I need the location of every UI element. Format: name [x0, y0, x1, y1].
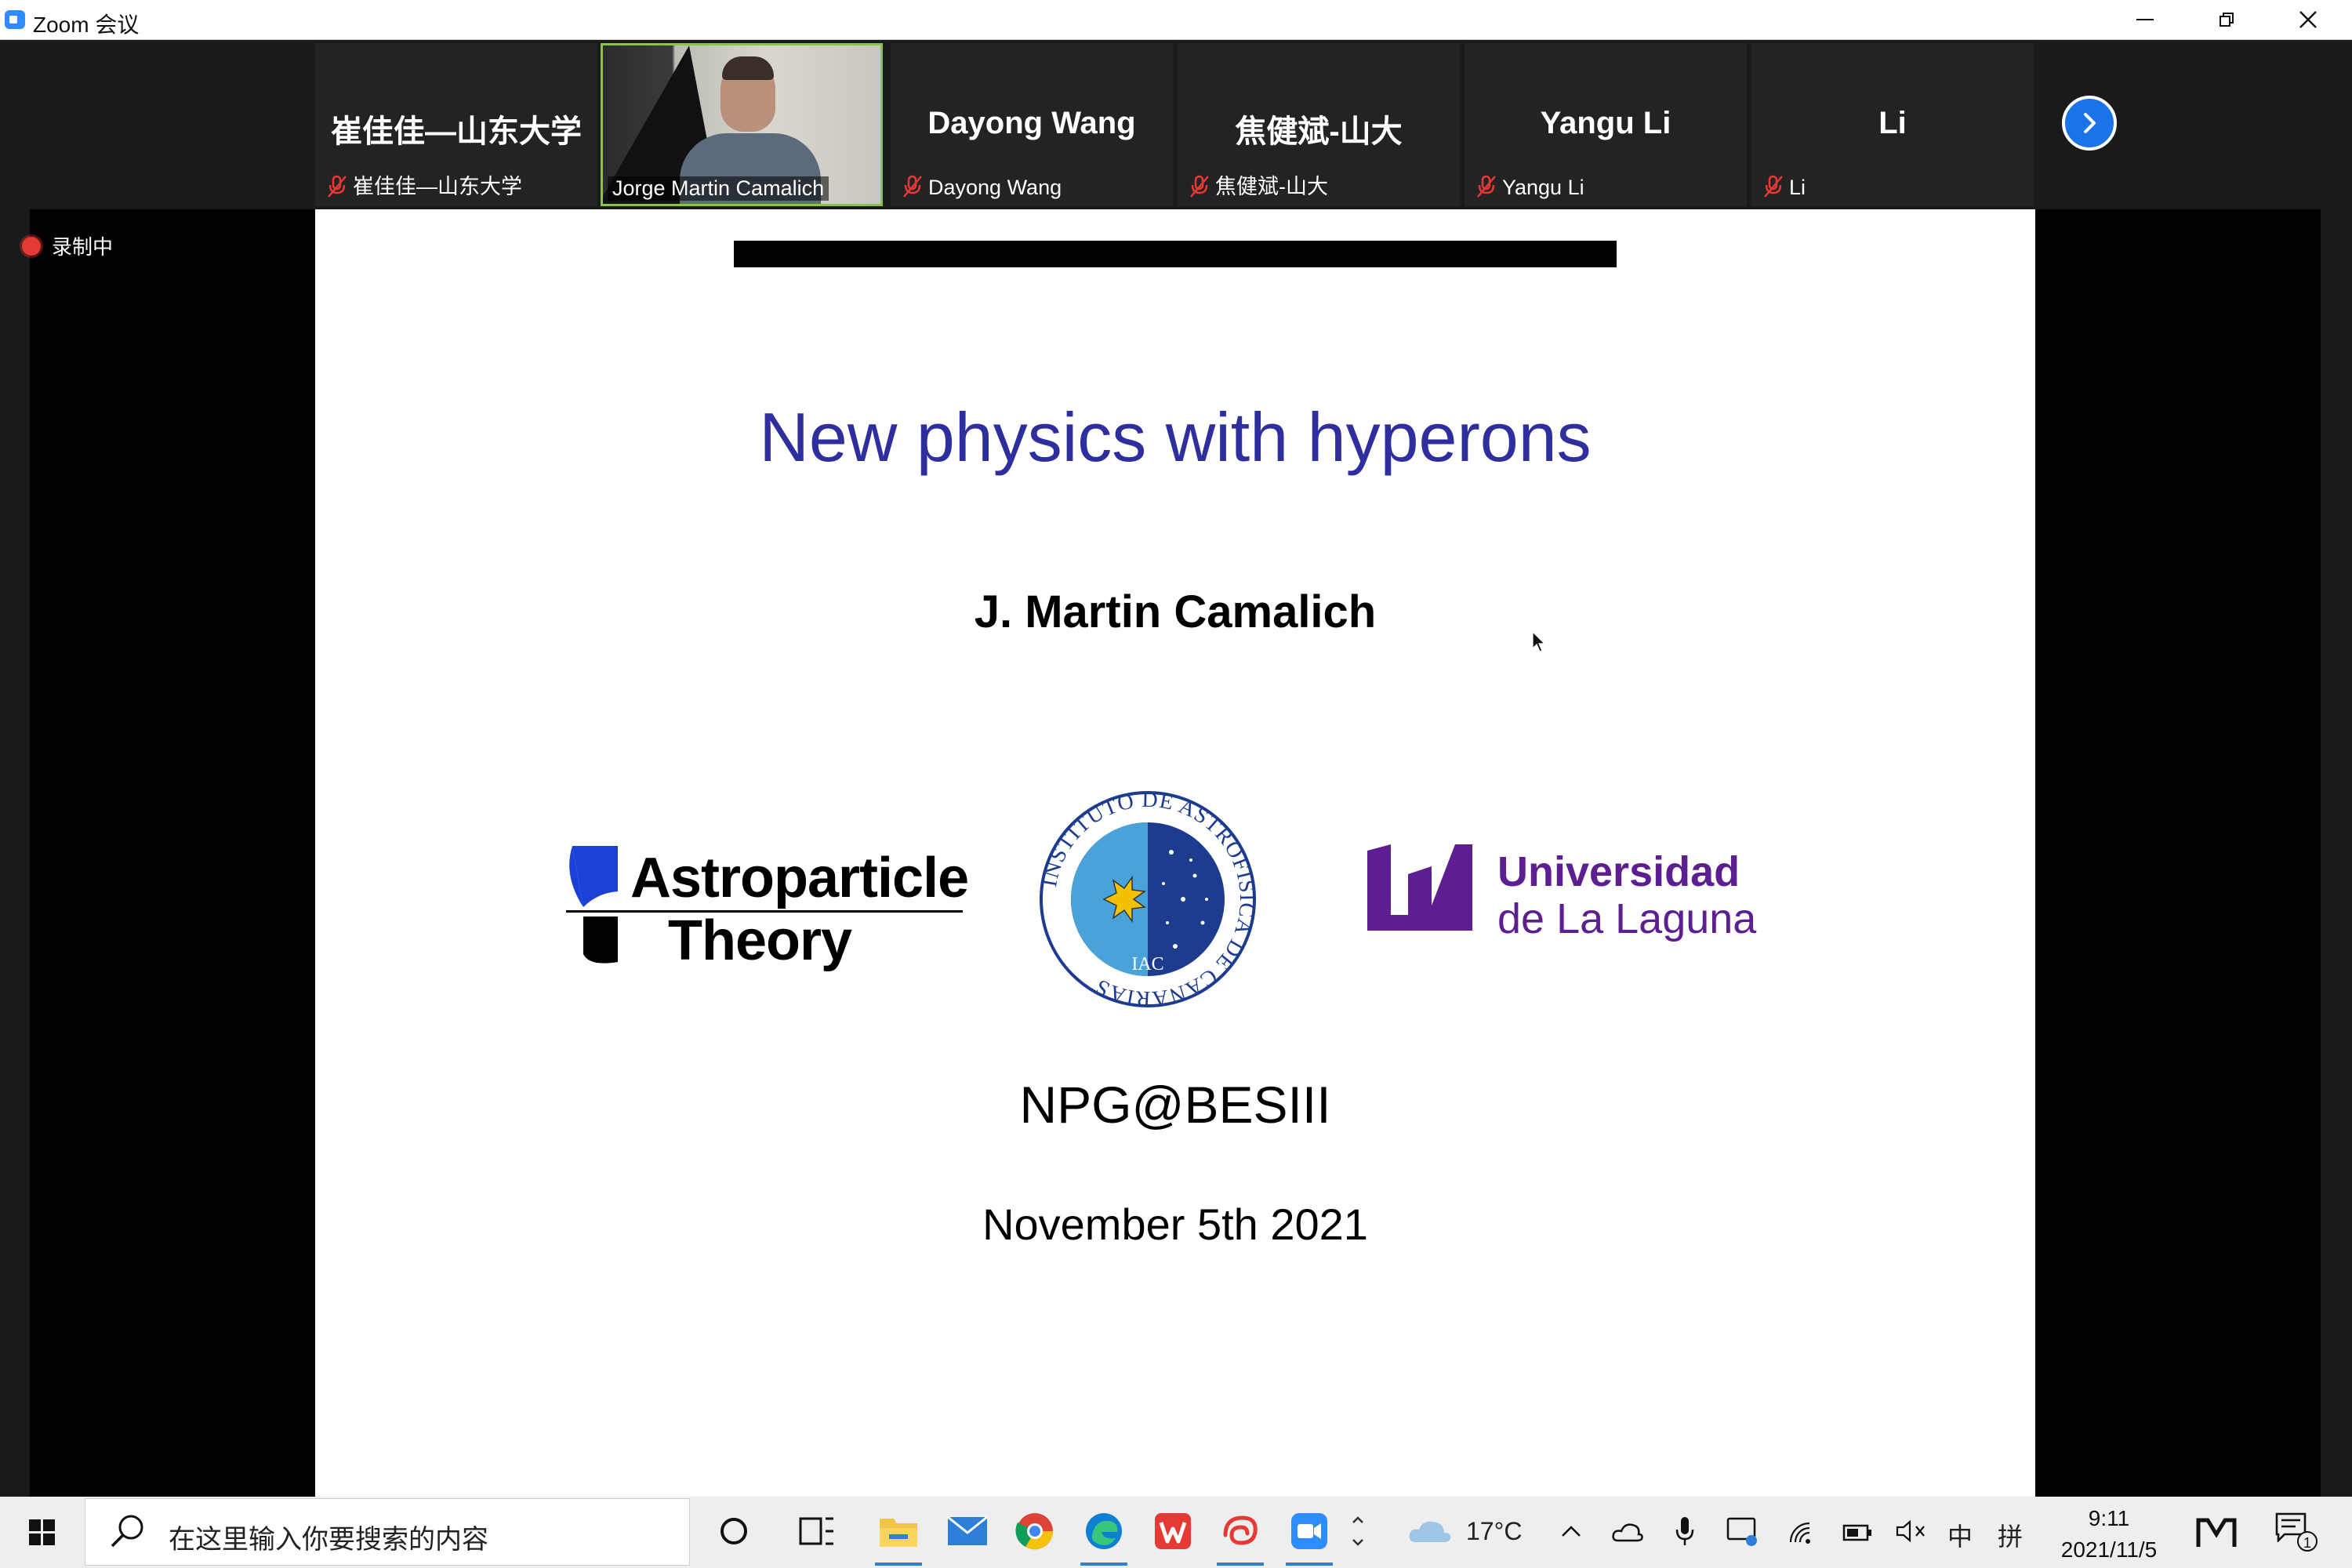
close-button[interactable]: [2270, 0, 2346, 39]
participant-tile[interactable]: Dayong Wang Dayong Wang: [891, 43, 1173, 206]
notification-count-badge: 1: [2297, 1531, 2318, 1552]
participant-tile-active-speaker[interactable]: Jorge Martin Camalich: [601, 43, 883, 206]
battery-icon[interactable]: [1842, 1523, 1872, 1542]
participant-display-name: 焦健斌-山大: [1235, 114, 1403, 149]
ull-logo-mark: [1367, 844, 1472, 931]
participant-display-name: Dayong Wang: [927, 106, 1136, 140]
next-page-button[interactable]: [2062, 96, 2117, 151]
mail-icon: [947, 1515, 988, 1545]
participant-tile[interactable]: Li Li: [1751, 43, 2034, 206]
microphone-icon[interactable]: [1675, 1515, 1695, 1548]
start-button[interactable]: [0, 1497, 85, 1568]
iac-seal-icon: IAC INSTITUTO DE ASTROFISICA DE CANARIAS: [1037, 788, 1258, 1011]
chevron-right-icon: [2084, 113, 2096, 133]
volume-muted-icon[interactable]: [1896, 1519, 1927, 1544]
minimize-icon: [2136, 19, 2154, 20]
restore-button[interactable]: [2189, 0, 2264, 39]
participant-tile[interactable]: 崔佳佳—山东大学 崔佳佳—山东大学: [315, 43, 597, 206]
slide-title: New physics with hyperons: [759, 398, 1592, 476]
restore-icon: [2220, 13, 2234, 27]
recording-indicator[interactable]: 录制中: [22, 231, 113, 260]
chevron-up-icon[interactable]: [1560, 1523, 1582, 1539]
onedrive-cloud-icon[interactable]: [1612, 1522, 1643, 1542]
task-view-icon: [799, 1517, 833, 1545]
close-icon: [2299, 11, 2317, 28]
device-sync-icon[interactable]: [1726, 1517, 1758, 1547]
file-explorer-button[interactable]: [875, 1508, 922, 1566]
window-title: Zoom 会议: [33, 13, 140, 37]
muted-mic-icon: [1190, 175, 1209, 198]
slide-venue: NPG@BESIII: [1019, 1076, 1331, 1134]
clock-time: 9:11: [2088, 1506, 2130, 1530]
taskbar-search-box[interactable]: 在这里输入你要搜索的内容: [85, 1498, 690, 1566]
ime-m-icon[interactable]: [2195, 1515, 2238, 1550]
zoom-taskbar-button[interactable]: [1286, 1508, 1333, 1566]
wps-office-button[interactable]: [1149, 1508, 1196, 1555]
participant-label: Dayong Wang: [928, 176, 1062, 199]
chevron-updown-icon: [1352, 1516, 1363, 1546]
slide-author: J. Martin Camalich: [974, 586, 1377, 637]
windows-taskbar: 在这里输入你要搜索的内容 17°C 中 拼 9:11 2021/11/5 1: [0, 1497, 2352, 1568]
wifi-icon[interactable]: [1788, 1520, 1816, 1545]
mail-button[interactable]: [944, 1508, 991, 1555]
wps-icon: [1155, 1513, 1191, 1549]
slide-date: November 5th 2021: [982, 1200, 1368, 1249]
ull-line1: Universidad: [1497, 848, 1740, 895]
ull-logo: Universidad de La Laguna: [1364, 843, 1772, 945]
cortana-circle-icon: [720, 1518, 747, 1544]
recording-label: 录制中: [52, 235, 114, 259]
edge-icon: [1086, 1513, 1122, 1549]
presentation-slide: New physics with hyperons J. Martin Cama…: [315, 209, 2035, 1497]
notification-center-button[interactable]: 1: [2274, 1511, 2321, 1555]
participant-tile[interactable]: Yangu Li Yangu Li: [1465, 43, 1747, 206]
participant-label: Jorge Martin Camalich: [608, 176, 829, 201]
mouse-cursor-icon: [1532, 631, 1546, 652]
iac-logo: IAC INSTITUTO DE ASTROFISICA DE CANARIAS: [1037, 788, 1258, 1011]
astroparticle-line1: Astroparticle: [630, 847, 969, 909]
clock-date: 2021/11/5: [2060, 1537, 2158, 1562]
zoom-app-icon: [5, 10, 25, 29]
task-view-button[interactable]: [793, 1508, 840, 1555]
chrome-button[interactable]: [1011, 1508, 1058, 1555]
participant-label: Yangu Li: [1502, 176, 1584, 199]
participant-tile[interactable]: 焦健斌-山大 焦健斌-山大: [1178, 43, 1460, 206]
iac-short-text: IAC: [1131, 954, 1163, 975]
taskbar-overflow-button[interactable]: [1338, 1508, 1378, 1555]
astroparticle-theory-logo: Astroparticle Theory: [566, 843, 974, 984]
search-placeholder: 在这里输入你要搜索的内容: [169, 1525, 488, 1555]
muted-mic-icon: [1477, 175, 1496, 198]
screen-share-area: 录制中 New physics with hyperons J. Martin …: [0, 209, 2352, 1497]
muted-mic-icon: [903, 175, 922, 198]
muted-mic-icon: [1764, 175, 1783, 198]
title-bar: Zoom 会议: [0, 0, 2352, 40]
minimize-button[interactable]: [2107, 0, 2183, 39]
app-button[interactable]: [1217, 1508, 1264, 1566]
shell-app-icon: [1223, 1515, 1258, 1545]
search-icon: [111, 1515, 143, 1548]
record-dot-icon: [22, 236, 41, 256]
participant-strip: 崔佳佳—山东大学 崔佳佳—山东大学 Jorge Martin Camalich …: [0, 40, 2352, 209]
participant-label: 崔佳佳—山东大学: [353, 175, 522, 198]
participant-display-name: Yangu Li: [1540, 106, 1671, 140]
zoom-icon: [1291, 1513, 1327, 1549]
participant-display-name: Li: [1878, 106, 1907, 140]
cloud-weather-icon[interactable]: [1408, 1517, 1452, 1545]
chrome-icon: [1015, 1513, 1054, 1550]
slide-header-bar: [734, 241, 1617, 267]
ime-mode-indicator[interactable]: 拼: [1998, 1517, 2023, 1553]
participant-display-name: 崔佳佳—山东大学: [331, 114, 582, 149]
ime-language-indicator[interactable]: 中: [1947, 1517, 1973, 1553]
cortana-button[interactable]: [710, 1508, 757, 1555]
edge-button[interactable]: [1080, 1508, 1127, 1566]
astroparticle-line2: Theory: [668, 909, 852, 972]
ull-line2: de La Laguna: [1497, 895, 1757, 942]
windows-logo-icon: [29, 1519, 55, 1545]
muted-mic-icon: [328, 175, 347, 198]
participant-label: 焦健斌-山大: [1215, 175, 1328, 198]
participant-label: Li: [1789, 176, 1806, 199]
folder-icon: [880, 1519, 917, 1547]
weather-temperature[interactable]: 17°C: [1466, 1517, 1523, 1546]
system-clock[interactable]: 9:11 2021/11/5: [2023, 1503, 2195, 1566]
